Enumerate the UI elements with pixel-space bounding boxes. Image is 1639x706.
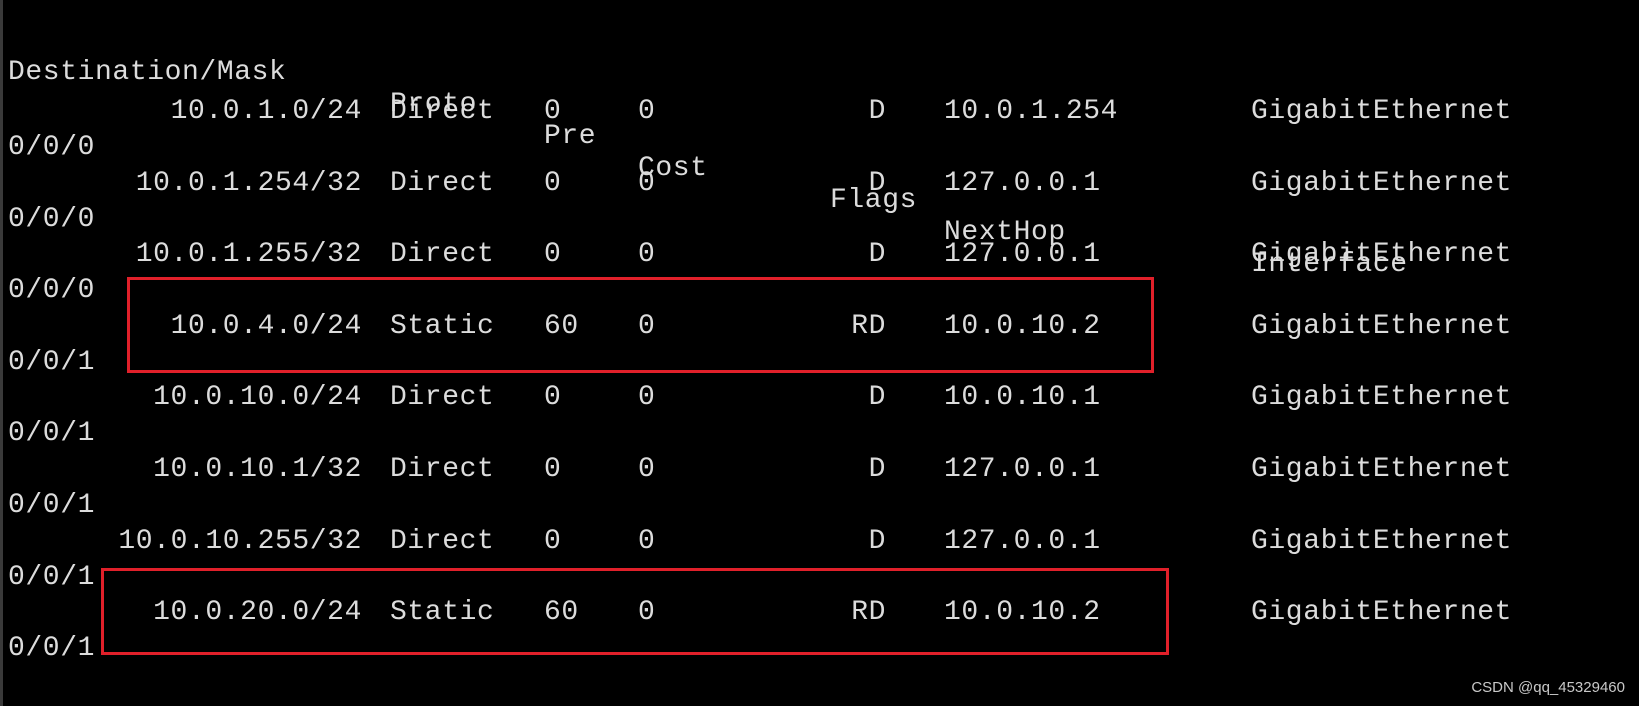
- route-pre: 60: [544, 311, 579, 342]
- route-interface: GigabitEthernet: [1251, 597, 1513, 628]
- route-cost: 0: [638, 239, 656, 270]
- route-pre: 0: [544, 454, 562, 485]
- route-pre: 0: [544, 382, 562, 413]
- route-flags: D: [868, 168, 886, 199]
- watermark: CSDN @qq_45329460: [1471, 679, 1625, 696]
- route-proto: Direct: [390, 526, 495, 557]
- route-flags: D: [868, 526, 886, 557]
- route-destination: 10.0.20.0/24: [153, 597, 362, 628]
- route-flags: D: [868, 454, 886, 485]
- route-nexthop: 127.0.0.1: [944, 168, 1101, 199]
- route-destination: 10.0.10.1/32: [153, 454, 362, 485]
- route-flags: RD: [851, 311, 886, 342]
- route-destination: 10.0.1.0/24: [170, 96, 362, 127]
- route-interface-number: 0/0/0: [8, 275, 96, 306]
- route-nexthop: 127.0.0.1: [944, 239, 1101, 270]
- route-cost: 0: [638, 382, 656, 413]
- route-nexthop: 127.0.0.1: [944, 454, 1101, 485]
- route-interface: GigabitEthernet: [1251, 311, 1513, 342]
- route-destination: 10.0.4.0/24: [170, 311, 362, 342]
- route-flags: D: [868, 239, 886, 270]
- route-flags: D: [868, 382, 886, 413]
- route-interface-number: 0/0/0: [8, 132, 96, 163]
- route-destination: 10.0.10.0/24: [153, 382, 362, 413]
- route-pre: 0: [544, 168, 562, 199]
- route-interface-number: 0/0/1: [8, 562, 96, 593]
- route-interface: GigabitEthernet: [1251, 96, 1513, 127]
- route-nexthop: 10.0.10.1: [944, 382, 1101, 413]
- route-nexthop: 10.0.10.2: [944, 311, 1101, 342]
- route-cost: 0: [638, 597, 656, 628]
- route-cost: 0: [638, 96, 656, 127]
- route-cost: 0: [638, 168, 656, 199]
- header-destination: Destination/Mask: [8, 57, 287, 88]
- route-interface-number: 0/0/1: [8, 347, 96, 378]
- route-destination: 10.0.1.254/32: [135, 168, 362, 199]
- route-interface-number: 0/0/0: [8, 204, 96, 235]
- route-interface: GigabitEthernet: [1251, 454, 1513, 485]
- route-pre: 0: [544, 239, 562, 270]
- route-pre: 60: [544, 597, 579, 628]
- route-cost: 0: [638, 526, 656, 557]
- route-proto: Direct: [390, 454, 495, 485]
- route-proto: Direct: [390, 96, 495, 127]
- route-nexthop: 10.0.1.254: [944, 96, 1119, 127]
- route-cost: 0: [638, 311, 656, 342]
- route-pre: 0: [544, 96, 562, 127]
- route-proto: Direct: [390, 382, 495, 413]
- route-flags: D: [868, 96, 886, 127]
- route-interface-number: 0/0/1: [8, 490, 96, 521]
- route-nexthop: 127.0.0.1: [944, 526, 1101, 557]
- route-interface: GigabitEthernet: [1251, 526, 1513, 557]
- route-proto: Static: [390, 311, 495, 342]
- route-interface: GigabitEthernet: [1251, 239, 1513, 270]
- route-destination: 10.0.10.255/32: [118, 526, 362, 557]
- route-flags: RD: [851, 597, 886, 628]
- route-interface: GigabitEthernet: [1251, 382, 1513, 413]
- route-pre: 0: [544, 526, 562, 557]
- route-cost: 0: [638, 454, 656, 485]
- route-proto: Static: [390, 597, 495, 628]
- route-proto: Direct: [390, 239, 495, 270]
- route-interface: GigabitEthernet: [1251, 168, 1513, 199]
- terminal-window: Destination/Mask Proto Pre Cost Flags Ne…: [0, 0, 1639, 706]
- route-destination: 10.0.1.255/32: [135, 239, 362, 270]
- route-proto: Direct: [390, 168, 495, 199]
- route-nexthop: 10.0.10.2: [944, 597, 1101, 628]
- route-interface-number: 0/0/1: [8, 633, 96, 664]
- route-interface-number: 0/0/1: [8, 418, 96, 449]
